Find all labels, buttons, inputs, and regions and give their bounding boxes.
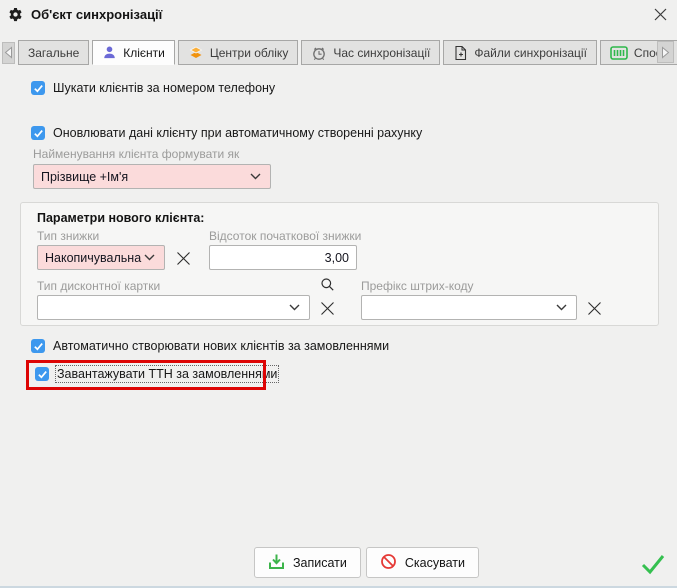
new-client-parameters-group: Параметри нового клієнта: Тип знижки Нак… (20, 202, 659, 326)
initial-discount-label: Відсоток початкової знижки (209, 229, 361, 243)
card-type-clear-icon[interactable] (317, 298, 337, 318)
tab-klienty-label: Клієнти (123, 46, 165, 60)
checkbox-row-auto-create: Автоматично створювати нових клієнтів за… (31, 339, 389, 353)
search-phone-checkbox[interactable] (31, 81, 45, 95)
client-name-format-select[interactable]: Прізвище +Ім'я (33, 164, 271, 189)
checkbox-row-load-ttn: Завантажувати ТТН за замовленнями (35, 367, 277, 381)
layers-icon (188, 45, 204, 61)
save-button[interactable]: Записати (254, 547, 361, 578)
load-ttn-label: Завантажувати ТТН за замовленнями (57, 367, 277, 381)
checkbox-row-update-client: Оновлювати дані клієнту при автоматичном… (31, 126, 422, 140)
close-icon[interactable] (643, 0, 677, 28)
tab-zagalne[interactable]: Загальне (18, 40, 89, 65)
barcode-prefix-label: Префікс штрих-коду (361, 279, 474, 293)
title-bar: Об'єкт синхронізації (0, 0, 677, 28)
card-type-search-icon[interactable] (317, 274, 337, 294)
initial-discount-input[interactable] (209, 245, 357, 270)
cancel-button-label: Скасувати (405, 556, 465, 570)
discount-type-select[interactable]: Накопичувальна (37, 245, 165, 270)
tab-centry-obliku[interactable]: Центри обліку (178, 40, 298, 65)
cancel-button[interactable]: Скасувати (366, 547, 479, 578)
barcode-prefix-select[interactable] (361, 295, 577, 320)
chevron-down-icon (144, 254, 155, 261)
discount-type-value: Накопичувальна (45, 251, 141, 265)
chevron-down-icon (556, 304, 567, 311)
card-type-label: Тип дисконтної картки (37, 279, 160, 293)
card-type-select[interactable] (37, 295, 310, 320)
tab-fajly-label: Файли синхронізації (474, 46, 587, 60)
tab-klienty[interactable]: Клієнти (92, 40, 175, 65)
checkbox-row-search-phone: Шукати клієнтів за номером телефону (31, 81, 275, 95)
discount-type-clear-icon[interactable] (173, 248, 193, 268)
tab-strip: Загальне Клієнти Центри обліку (0, 40, 677, 65)
barcode-prefix-clear-icon[interactable] (584, 298, 604, 318)
auto-create-label: Автоматично створювати нових клієнтів за… (53, 339, 389, 353)
window-title: Об'єкт синхронізації (31, 7, 162, 22)
chevron-down-icon (289, 304, 300, 311)
chevron-down-icon (250, 173, 261, 180)
tab-zagalne-label: Загальне (28, 46, 79, 60)
footer-buttons: Записати Скасувати (254, 547, 479, 578)
search-phone-label: Шукати клієнтів за номером телефону (53, 81, 275, 95)
client-name-format-value: Прізвище +Ім'я (41, 170, 128, 184)
client-name-format-label: Найменування клієнта формувати як (33, 147, 239, 161)
person-icon (102, 45, 117, 60)
discount-type-label: Тип знижки (37, 229, 99, 243)
save-icon (268, 553, 285, 573)
save-button-label: Записати (293, 556, 347, 570)
tab-fajly-synchronizacii[interactable]: Файли синхронізації (443, 40, 597, 65)
tabs-scroll-left-icon[interactable] (2, 42, 15, 64)
cancel-icon (380, 553, 397, 573)
gear-icon (8, 7, 23, 22)
confirm-check-icon[interactable] (641, 553, 665, 580)
tab-chas-label: Час синхронізації (333, 46, 430, 60)
sync-object-dialog: Об'єкт синхронізації Загальне Клієнти (0, 0, 677, 588)
file-plus-icon (453, 45, 468, 61)
update-client-label: Оновлювати дані клієнту при автоматичном… (53, 126, 422, 140)
update-client-checkbox[interactable] (31, 126, 45, 140)
auto-create-checkbox[interactable] (31, 339, 45, 353)
tabs-scroll-right-icon[interactable] (657, 41, 674, 63)
group-title: Параметри нового клієнта: (37, 211, 204, 225)
load-ttn-checkbox[interactable] (35, 367, 49, 381)
barcode-icon (610, 46, 628, 60)
tab-centry-label: Центри обліку (210, 46, 288, 60)
clock-icon (311, 45, 327, 61)
tab-chas-synchronizacii[interactable]: Час синхронізації (301, 40, 440, 65)
